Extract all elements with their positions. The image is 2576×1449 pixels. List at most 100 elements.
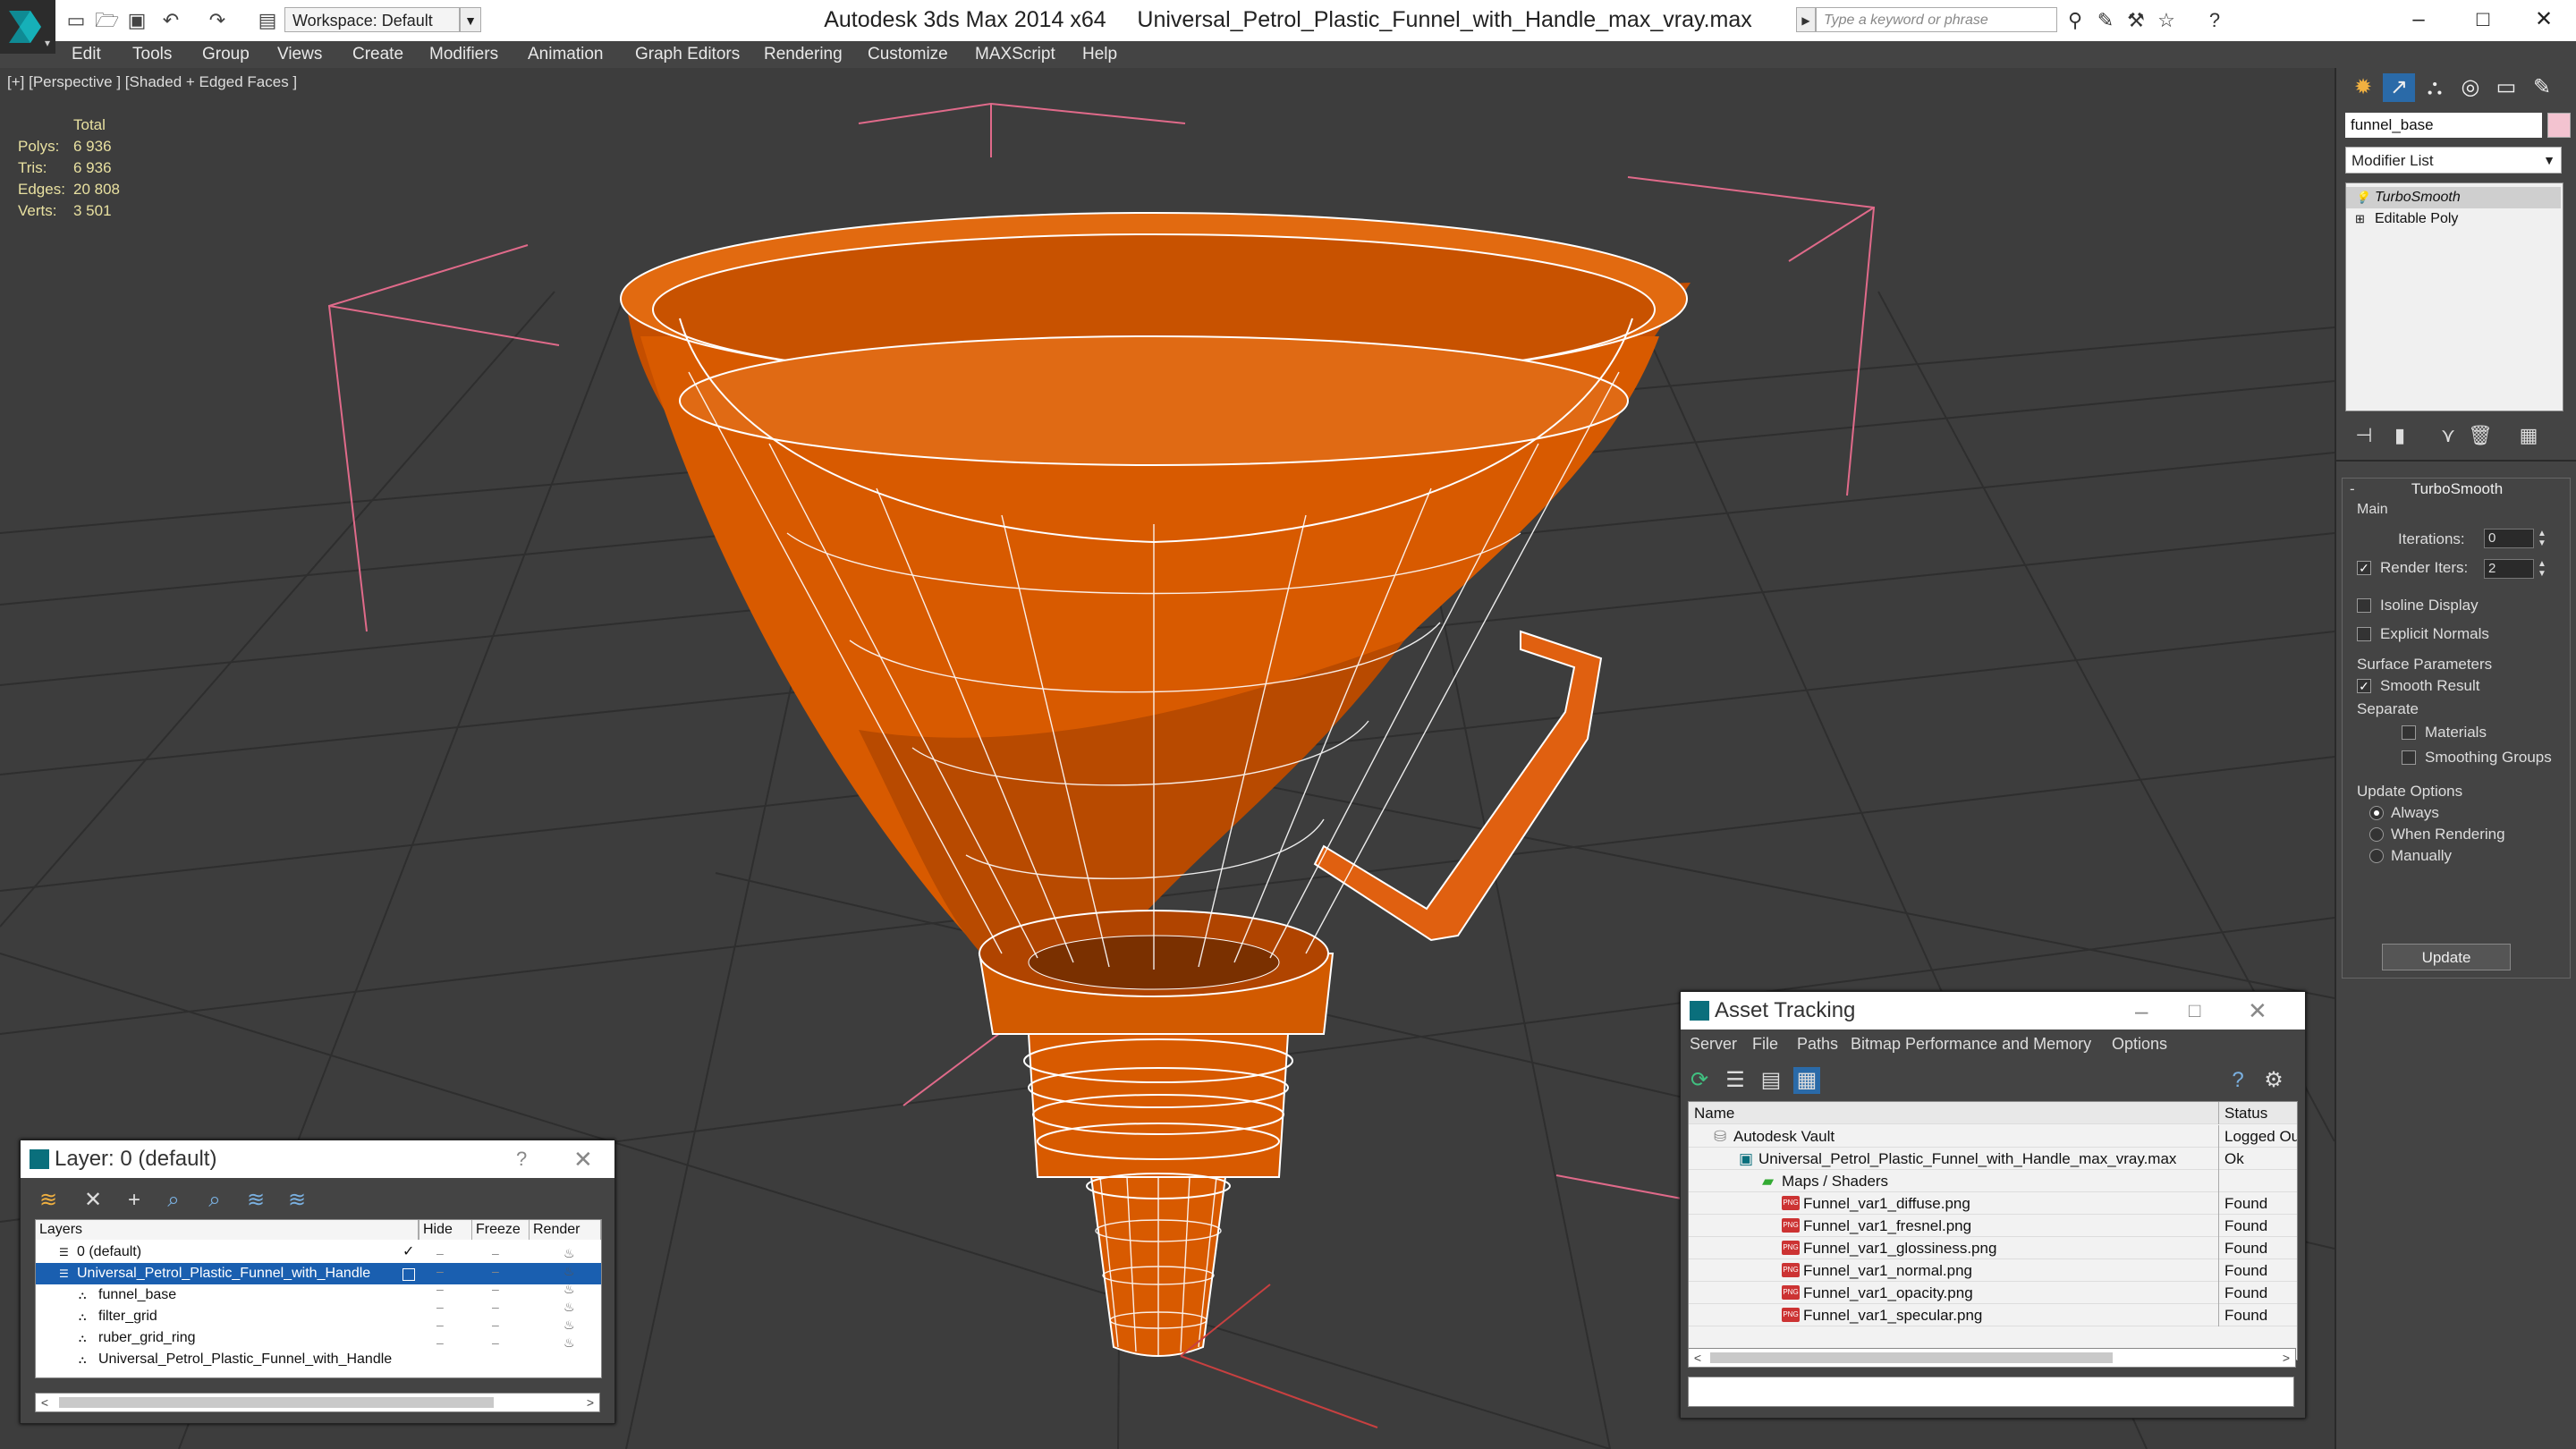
project-folder-icon[interactable]: ▤ (256, 9, 279, 32)
create-tab-icon[interactable]: ✹ (2347, 73, 2379, 102)
menu-modifiers[interactable]: Modifiers (429, 41, 498, 68)
menu-views[interactable]: Views (277, 41, 322, 68)
smoothing-groups-checkbox[interactable] (2402, 750, 2416, 765)
isoline-checkbox[interactable] (2357, 598, 2371, 613)
favorites-icon[interactable]: ☆ (2154, 9, 2179, 32)
table-row[interactable]: PNG Funnel_var1_specular.png Found (1689, 1304, 2297, 1326)
table-row[interactable]: PNG Funnel_var1_diffuse.png Found (1689, 1192, 2297, 1215)
spinner-arrows-icon[interactable]: ▲ ▼ (2536, 559, 2548, 579)
menu-bitmap-performance[interactable]: Bitmap Performance and Memory (1851, 1035, 2091, 1054)
menu-create[interactable]: Create (352, 41, 403, 68)
column-header-status[interactable]: Status (2218, 1102, 2297, 1124)
configure-sets-icon[interactable]: ▦ (2515, 422, 2542, 449)
stack-item-editable-poly[interactable]: ⊞ Editable Poly (2346, 208, 2561, 230)
menu-edit[interactable]: Edit (72, 41, 101, 68)
scroll-right-icon[interactable]: > (2277, 1349, 2295, 1367)
freeze-all-icon[interactable]: ≋ (284, 1187, 310, 1214)
table-view-icon[interactable]: ▦ (1793, 1067, 1820, 1094)
scrollbar-thumb[interactable] (1710, 1352, 2113, 1363)
table-row[interactable]: PNG Funnel_var1_normal.png Found (1689, 1259, 2297, 1282)
menu-maxscript[interactable]: MAXScript (975, 41, 1055, 68)
settings-icon[interactable]: ⚙ (2260, 1067, 2287, 1094)
stack-item-turbosmooth[interactable]: 💡 TurboSmooth (2346, 187, 2561, 208)
smooth-result-checkbox[interactable]: ✓ (2357, 679, 2371, 693)
layer-window-titlebar[interactable]: Layer: 0 (default) ? ✕ (21, 1140, 614, 1178)
layer-row[interactable]: ⛬ ruber_grid_ring (36, 1327, 601, 1349)
explicit-normals-checkbox[interactable] (2357, 627, 2371, 641)
layer-row[interactable]: ☰ Universal_Petrol_Plastic_Funnel_with_H… (36, 1263, 601, 1284)
chevron-down-icon[interactable]: ▼ (460, 7, 481, 32)
refresh-icon[interactable]: ⟳ (1686, 1067, 1713, 1094)
table-row[interactable]: PNG Funnel_var1_fresnel.png Found (1689, 1215, 2297, 1237)
new-file-icon[interactable]: ▭ (64, 9, 88, 32)
menu-graph-editors[interactable]: Graph Editors (635, 41, 740, 68)
show-end-result-icon[interactable]: ▮ (2386, 422, 2413, 449)
menu-customize[interactable]: Customize (868, 41, 948, 68)
manually-radio[interactable] (2369, 849, 2384, 863)
menu-help[interactable]: Help (1082, 41, 1117, 68)
close-icon[interactable]: ✕ (2248, 992, 2267, 1030)
minimize-icon[interactable]: – (2135, 992, 2148, 1030)
table-row[interactable]: PNG Funnel_var1_glossiness.png Found (1689, 1237, 2297, 1259)
help-icon[interactable]: ? (516, 1140, 527, 1178)
maximize-icon[interactable]: □ (2451, 0, 2515, 39)
remove-modifier-icon[interactable]: 🗑 (2467, 422, 2494, 449)
iterations-spinner[interactable]: 0 (2484, 529, 2534, 548)
motion-tab-icon[interactable]: ◎ (2454, 73, 2487, 102)
hierarchy-tab-icon[interactable]: ⛬ (2419, 73, 2451, 102)
detail-view-icon[interactable]: ▤ (1758, 1067, 1784, 1094)
scrollbar-thumb[interactable] (59, 1397, 494, 1408)
layer-row[interactable]: ⛬ filter_grid (36, 1306, 601, 1327)
close-icon[interactable]: ✕ (2512, 0, 2576, 39)
help-icon[interactable]: ? (2224, 1067, 2251, 1094)
chevron-down-icon[interactable]: ▼ (2538, 148, 2560, 172)
table-row[interactable]: ▣ Universal_Petrol_Plastic_Funnel_with_H… (1689, 1148, 2297, 1170)
menu-tools[interactable]: Tools (132, 41, 172, 68)
scroll-right-icon[interactable]: > (581, 1394, 599, 1411)
update-button[interactable]: Update (2382, 944, 2511, 970)
menu-paths[interactable]: Paths (1797, 1035, 1838, 1054)
horizontal-scrollbar[interactable]: < > (1688, 1348, 2296, 1368)
table-row[interactable]: PNG Funnel_var1_opacity.png Found (1689, 1282, 2297, 1304)
communication-icon[interactable]: ⚒ (2123, 9, 2148, 32)
select-objects-icon[interactable]: ⌕ (160, 1187, 187, 1214)
current-layer-check-icon[interactable]: ✓ (402, 1241, 414, 1263)
layer-row[interactable]: ☰ 0 (default) ✓ (36, 1241, 601, 1263)
layer-row[interactable]: ⛬ Universal_Petrol_Plastic_Funnel_with_H… (36, 1349, 601, 1370)
delete-layer-icon[interactable]: ✕ (80, 1187, 106, 1214)
materials-checkbox[interactable] (2402, 725, 2416, 740)
freeze-toggles[interactable]: – – – – – – (492, 1244, 499, 1352)
display-tab-icon[interactable]: ▭ (2490, 73, 2522, 102)
minimize-icon[interactable]: – (2386, 0, 2451, 39)
render-iters-spinner[interactable]: 2 (2484, 559, 2534, 579)
list-view-icon[interactable]: ☰ (1722, 1067, 1749, 1094)
spinner-arrows-icon[interactable]: ▲ ▼ (2536, 529, 2548, 548)
make-unique-icon[interactable]: ⋎ (2435, 422, 2462, 449)
hide-toggles[interactable]: – – – – – – (436, 1244, 444, 1352)
maximize-icon[interactable]: □ (2189, 992, 2200, 1030)
asset-window-titlebar[interactable]: Asset Tracking – □ ✕ (1681, 992, 2305, 1030)
search-input[interactable]: Type a keyword or phrase (1816, 7, 2057, 32)
scroll-left-icon[interactable]: < (1689, 1349, 1707, 1367)
menu-options[interactable]: Options (2112, 1035, 2167, 1054)
subscription-icon[interactable]: ✎ (2093, 9, 2118, 32)
help-icon[interactable]: ? (2202, 9, 2227, 32)
menu-rendering[interactable]: Rendering (764, 41, 843, 68)
search-expand-icon[interactable]: ▶ (1796, 7, 1816, 32)
menu-group[interactable]: Group (202, 41, 250, 68)
column-header-freeze[interactable]: Freeze (472, 1220, 530, 1240)
column-header-hide[interactable]: Hide (419, 1220, 472, 1240)
hide-all-icon[interactable]: ≋ (242, 1187, 269, 1214)
render-teapot-icon[interactable]: ♨ ♨ ♨ ♨ ♨ ♨ (564, 1244, 575, 1352)
object-color-swatch[interactable] (2547, 113, 2571, 138)
menu-server[interactable]: Server (1690, 1035, 1737, 1054)
layers-icon[interactable]: ≋ (35, 1187, 62, 1214)
pin-stack-icon[interactable]: ⊣ (2351, 422, 2377, 449)
workspace-dropdown[interactable]: Workspace: Default (284, 7, 460, 32)
object-name-field[interactable]: funnel_base (2345, 113, 2542, 138)
layer-row[interactable]: ⛬ funnel_base (36, 1284, 601, 1306)
undo-icon[interactable]: ↶ (159, 9, 182, 32)
rollout-title[interactable]: TurboSmooth (2343, 480, 2572, 498)
modify-tab-icon[interactable]: ↗ (2383, 73, 2415, 102)
expand-plus-icon[interactable]: ⊞ (2355, 208, 2365, 230)
